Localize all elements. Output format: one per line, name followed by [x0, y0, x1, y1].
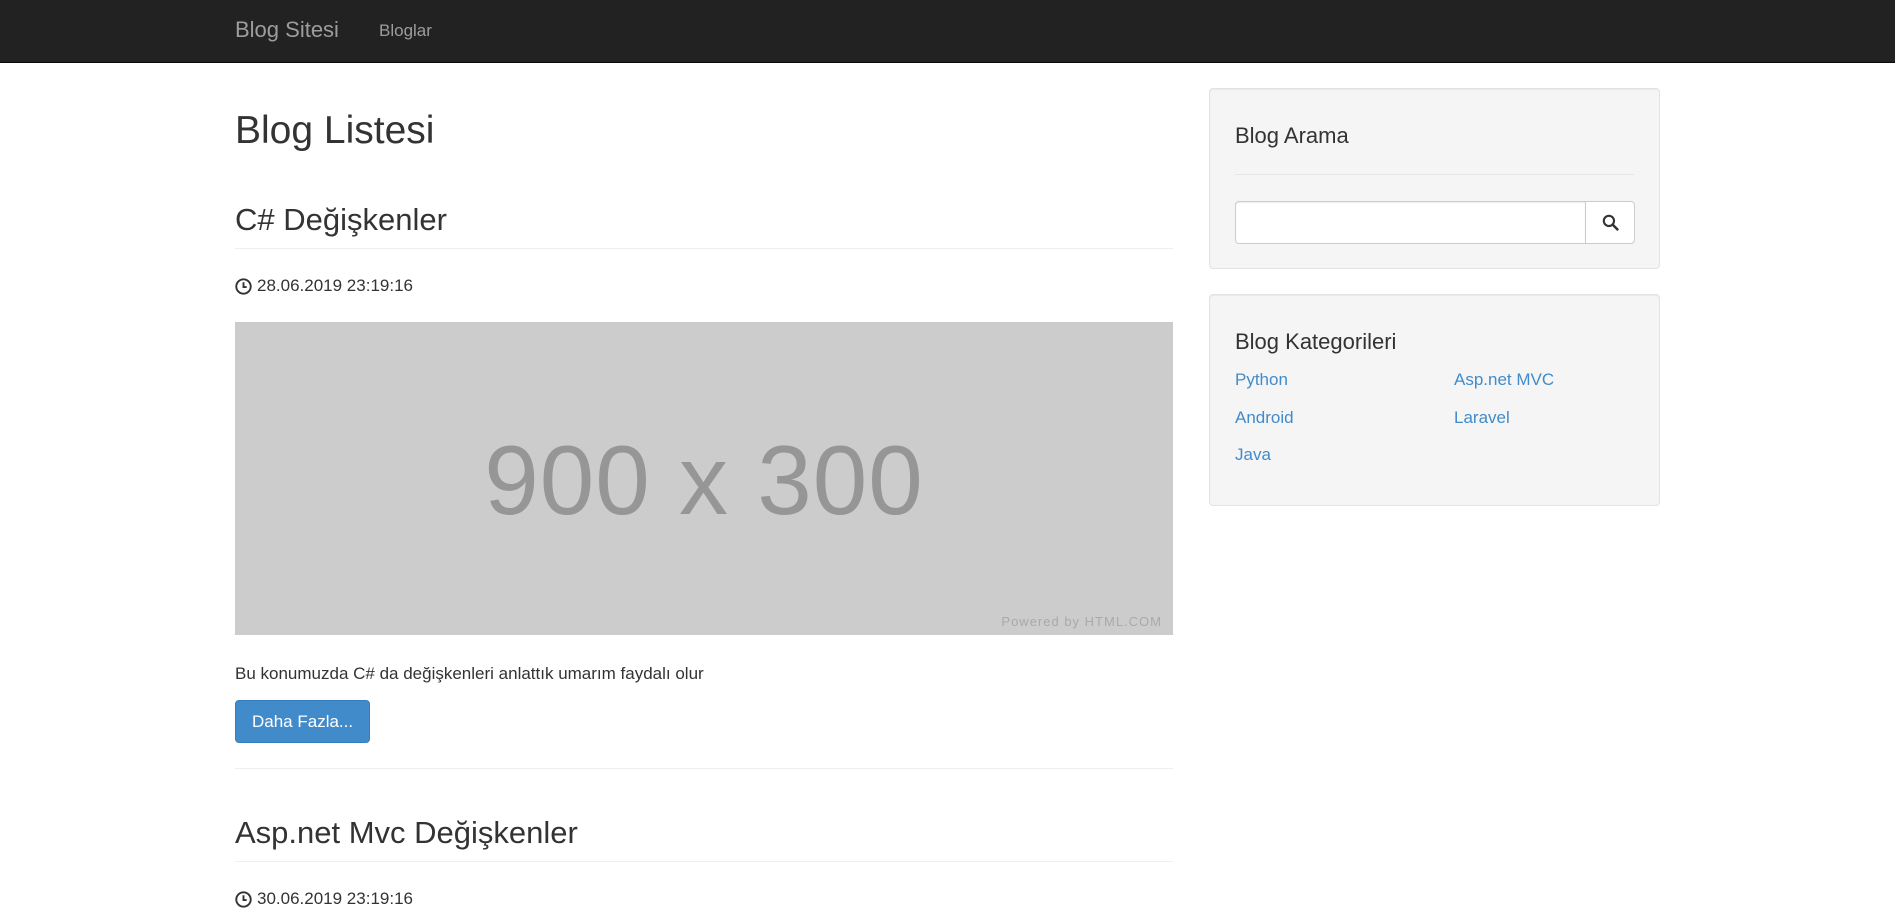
post-date: 30.06.2019 23:19:16	[235, 889, 1173, 909]
blog-post: C# Değişkenler 28.06.2019 23:19:16 900 x…	[235, 202, 1173, 769]
post-divider	[235, 768, 1173, 769]
post-summary: Bu konumuzda C# da değişkenleri anlattık…	[235, 664, 704, 683]
category-link-python[interactable]: Python	[1235, 370, 1288, 390]
category-link-laravel[interactable]: Laravel	[1454, 408, 1510, 428]
brand-link[interactable]: Blog Sitesi	[235, 17, 339, 43]
categories-panel-title: Blog Kategorileri	[1235, 329, 1397, 354]
divider	[1235, 174, 1634, 175]
search-input[interactable]	[1235, 201, 1586, 244]
post-title[interactable]: Asp.net Mvc Değişkenler	[235, 815, 1173, 862]
category-link-java[interactable]: Java	[1235, 445, 1271, 465]
post-date-text: 30.06.2019 23:19:16	[257, 889, 413, 908]
categories-panel: Blog Kategorileri Python Asp.net MVC And…	[1209, 294, 1660, 506]
post-image: 900 x 300 Powered by HTML.COM	[235, 322, 1173, 635]
page-title: Blog Listesi	[235, 109, 435, 152]
category-link-aspnet-mvc[interactable]: Asp.net MVC	[1454, 370, 1554, 390]
post-date-text: 28.06.2019 23:19:16	[257, 276, 413, 295]
image-credit: Powered by HTML.COM	[1001, 614, 1162, 629]
category-link-android[interactable]: Android	[1235, 408, 1294, 428]
nav-link-bloglar[interactable]: Bloglar	[379, 21, 432, 41]
post-date: 28.06.2019 23:19:16	[235, 276, 1173, 296]
read-more-button[interactable]: Daha Fazla...	[235, 700, 371, 743]
search-panel-title: Blog Arama	[1235, 123, 1349, 148]
image-placeholder-text: 900 x 300	[484, 425, 924, 535]
blog-post: Asp.net Mvc Değişkenler 30.06.2019 23:19…	[235, 815, 1173, 909]
post-title[interactable]: C# Değişkenler	[235, 202, 1173, 249]
search-button[interactable]	[1585, 201, 1635, 244]
clock-icon	[235, 890, 252, 908]
clock-icon	[235, 277, 252, 295]
search-icon	[1602, 214, 1619, 231]
top-navbar: Blog Sitesi Bloglar	[0, 0, 1895, 63]
search-panel: Blog Arama	[1209, 88, 1660, 269]
